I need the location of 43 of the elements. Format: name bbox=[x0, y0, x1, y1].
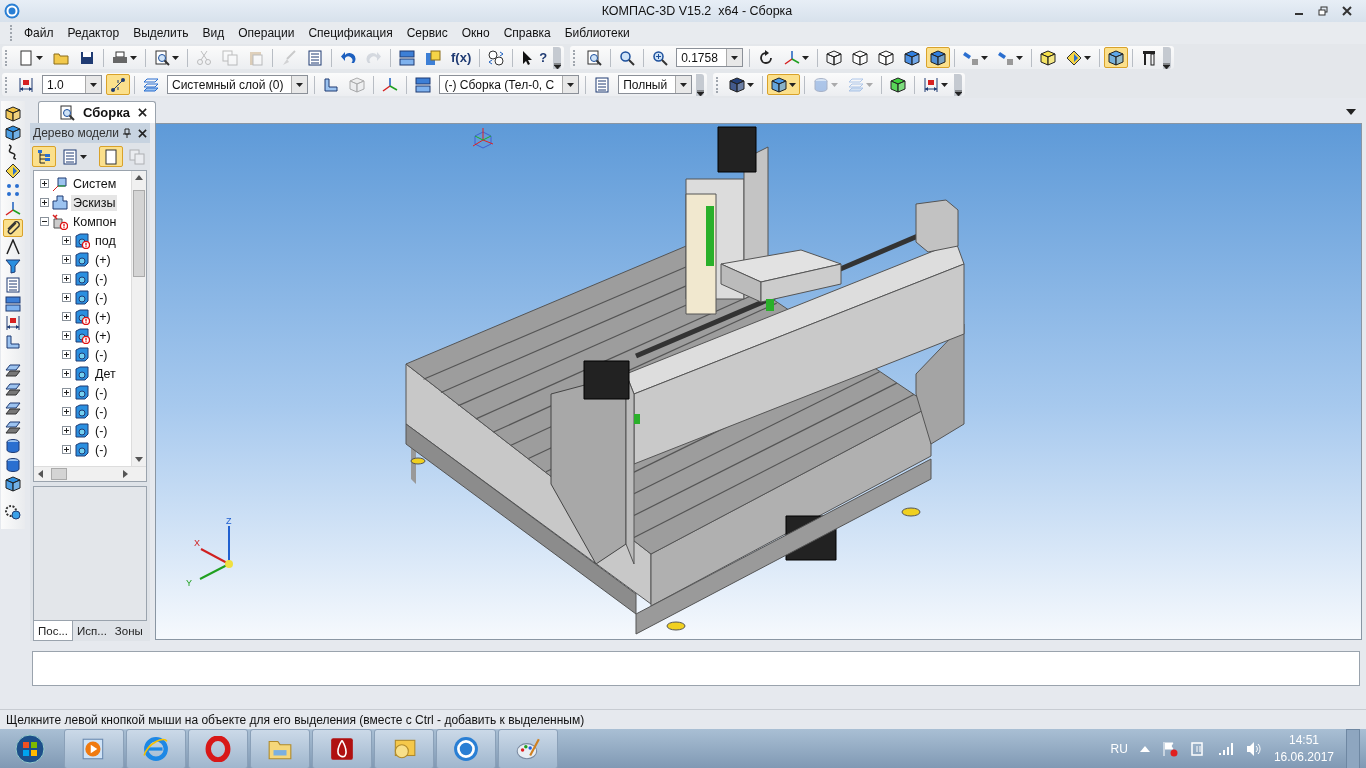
tree-item[interactable]: Систем bbox=[71, 175, 119, 192]
tree-item[interactable]: Компон bbox=[71, 213, 119, 230]
menu-item[interactable]: Редактор bbox=[60, 24, 127, 42]
tree-item[interactable]: (+) bbox=[93, 327, 113, 344]
menu-item[interactable]: Спецификация bbox=[301, 24, 400, 42]
menu-item[interactable]: Справка bbox=[496, 24, 558, 42]
menu-item[interactable]: Файл bbox=[17, 24, 61, 42]
axis-label: Y bbox=[186, 578, 192, 588]
panel-tab[interactable]: Исп... bbox=[73, 621, 111, 641]
tree-item[interactable]: (-) bbox=[93, 270, 110, 287]
menu-item[interactable]: Вид bbox=[195, 24, 232, 42]
tree-item[interactable]: (-) bbox=[93, 441, 110, 458]
menu-item[interactable]: Окно bbox=[454, 24, 497, 42]
toolbar-button[interactable]: ? bbox=[517, 47, 552, 68]
dropdown-field[interactable]: Полный bbox=[618, 75, 693, 94]
tree-item[interactable]: под bbox=[93, 232, 118, 249]
dropdown-field[interactable]: 0.1758 bbox=[676, 48, 743, 67]
axis-label: Z bbox=[226, 516, 232, 526]
panel-tab[interactable]: Пос... bbox=[33, 621, 73, 641]
dropdown-field[interactable]: 1.0 bbox=[42, 75, 102, 94]
document-tab[interactable]: Сборка bbox=[38, 101, 156, 123]
tree-item[interactable]: (-) bbox=[93, 403, 110, 420]
toolbar-button[interactable]: f(x) bbox=[447, 47, 476, 68]
window-title: КОМПАС-3D V15.2 x64 - Сборка bbox=[600, 4, 794, 18]
tree-item[interactable]: Эскизы bbox=[71, 194, 118, 211]
menu-item[interactable]: Библиотеки bbox=[557, 24, 637, 42]
axis-label: X bbox=[194, 538, 200, 548]
panel-tab[interactable]: Зоны bbox=[110, 621, 147, 641]
tree-item[interactable]: (+) bbox=[93, 251, 113, 268]
dropdown-field[interactable]: (-) Сборка (Тел-0, С bbox=[439, 75, 580, 94]
menu-item[interactable]: Сервис bbox=[399, 24, 455, 42]
tree-item[interactable]: Дет bbox=[93, 365, 118, 382]
menu-item[interactable]: Операции bbox=[231, 24, 302, 42]
dropdown-field[interactable]: Системный слой (0) bbox=[167, 75, 309, 94]
model-viewport[interactable]: Z X Y bbox=[155, 123, 1362, 640]
tree-item[interactable]: (-) bbox=[93, 384, 110, 401]
tree-item[interactable]: (-) bbox=[93, 422, 110, 439]
tree-item[interactable]: (-) bbox=[93, 346, 110, 363]
tree-item[interactable]: (+) bbox=[93, 308, 113, 325]
panel-title: Дерево модели bbox=[33, 126, 120, 140]
tree-item[interactable]: (-) bbox=[93, 289, 110, 306]
status-message: Щелкните левой кнопкой мыши на объекте для его выделения (вместе с Ctrl - добавить к выделенным) bbox=[6, 712, 585, 727]
menu-item[interactable]: Выделить bbox=[126, 24, 196, 42]
